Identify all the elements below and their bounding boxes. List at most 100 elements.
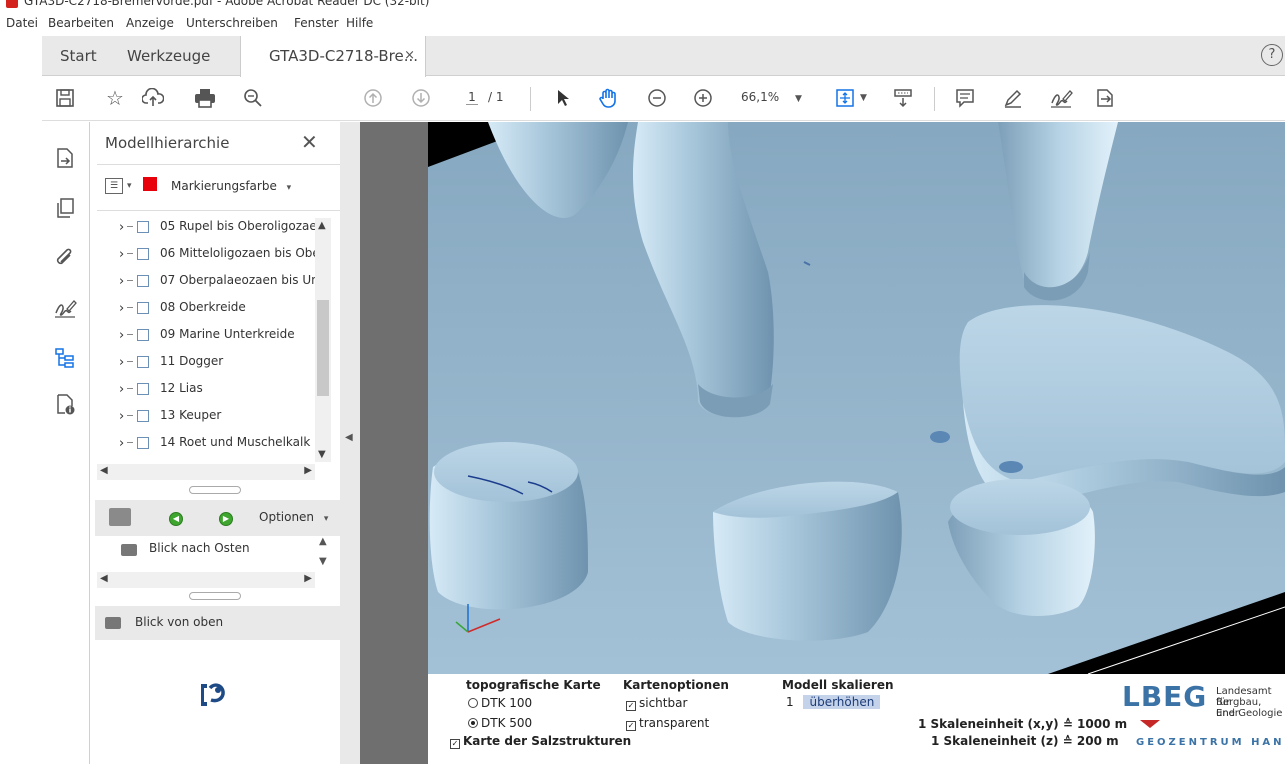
checkbox-checked[interactable]: ✓	[626, 701, 636, 711]
chevron-right-icon[interactable]: ›	[119, 382, 124, 397]
chevron-down-icon[interactable]: ▼	[860, 93, 867, 103]
tab-close-button[interactable]: ×	[404, 36, 415, 76]
visibility-checkbox[interactable]	[137, 437, 149, 449]
zoom-in-icon[interactable]	[688, 83, 718, 113]
scroll-right-arrow[interactable]: ▶	[304, 465, 312, 476]
selected-view-item[interactable]: Blick von oben	[95, 606, 352, 640]
options-dropdown[interactable]: Optionen ▾	[259, 510, 328, 524]
menu-unterschreiben[interactable]: Unterschreiben	[186, 16, 278, 30]
dtk500-option[interactable]: DTK 500	[468, 716, 532, 730]
send-share-icon[interactable]	[1090, 83, 1120, 113]
visibility-checkbox[interactable]	[137, 302, 149, 314]
tree-horizontal-scrollbar[interactable]: ◀ ▶	[97, 464, 315, 480]
radio-button[interactable]	[468, 698, 478, 708]
collapse-panel-arrow[interactable]: ◀	[345, 432, 353, 443]
zoom-level-dropdown[interactable]: 66,1% ▼	[741, 90, 802, 104]
signature-icon[interactable]	[51, 294, 79, 322]
visibility-checkbox[interactable]	[137, 275, 149, 287]
zoom-search-icon[interactable]	[238, 83, 268, 113]
previous-view-button[interactable]: ◀	[169, 512, 183, 526]
tree-item[interactable]: › 11 Dogger	[105, 349, 323, 375]
pages-icon[interactable]	[51, 194, 79, 222]
checkbox-checked[interactable]: ✓	[626, 721, 636, 731]
tree-item[interactable]: › 13 Keuper	[105, 403, 323, 429]
radio-button-selected[interactable]	[468, 718, 478, 728]
page-number-input[interactable]: 1	[466, 90, 478, 105]
attachment-icon[interactable]	[51, 244, 79, 272]
chevron-right-icon[interactable]: ›	[119, 409, 124, 424]
views-horizontal-scrollbar[interactable]: ◀ ▶	[97, 572, 315, 588]
menu-bearbeiten[interactable]: Bearbeiten	[48, 16, 114, 30]
resize-grip[interactable]	[189, 486, 241, 494]
visibility-checkbox[interactable]	[137, 248, 149, 260]
panel-splitter[interactable]	[340, 122, 360, 764]
hand-tool-icon[interactable]	[594, 83, 624, 113]
help-icon[interactable]: ?	[1261, 44, 1283, 66]
highlight-pen-icon[interactable]	[998, 83, 1028, 113]
visible-option[interactable]: ✓ sichtbar	[626, 696, 687, 711]
scroll-left-arrow[interactable]: ◀	[100, 465, 108, 476]
scroll-left-arrow[interactable]: ◀	[100, 573, 108, 584]
upload-cloud-icon[interactable]	[138, 83, 168, 113]
visibility-checkbox[interactable]	[137, 383, 149, 395]
scroll-right-arrow[interactable]: ▶	[304, 573, 312, 584]
tab-start[interactable]: Start	[60, 36, 97, 76]
3d-model-viewport[interactable]	[428, 122, 1285, 674]
tree-item[interactable]: › 14 Roet und Muschelkalk	[105, 430, 323, 456]
menu-fenster[interactable]: Fenster	[294, 16, 339, 30]
fit-page-icon[interactable]	[830, 83, 860, 113]
chevron-right-icon[interactable]: ›	[119, 301, 124, 316]
tree-item[interactable]: › 09 Marine Unterkreide	[105, 322, 323, 348]
transparent-option[interactable]: ✓ transparent	[626, 716, 709, 731]
print-icon[interactable]	[190, 83, 220, 113]
visibility-checkbox[interactable]	[137, 356, 149, 368]
visibility-checkbox[interactable]	[137, 329, 149, 341]
dtk100-option[interactable]: DTK 100	[468, 696, 532, 710]
scroll-down-arrow[interactable]: ▼	[319, 556, 327, 567]
star-icon[interactable]: ☆	[100, 83, 130, 113]
salt-structures-option[interactable]: ✓ Karte der Salzstrukturen	[450, 734, 631, 749]
export-pdf-icon[interactable]	[51, 144, 79, 172]
scale-value-input[interactable]: 1	[780, 695, 800, 709]
tree-item[interactable]: › 12 Lias	[105, 376, 323, 402]
chevron-down-icon[interactable]: ▾	[127, 181, 132, 191]
page-up-icon[interactable]	[358, 83, 388, 113]
resize-grip[interactable]	[189, 592, 241, 600]
document-properties-icon[interactable]	[51, 390, 79, 418]
marker-color-dropdown[interactable]: Markierungsfarbe ▾	[171, 179, 291, 193]
chevron-right-icon[interactable]: ›	[119, 274, 124, 289]
scroll-up-arrow[interactable]: ▲	[319, 536, 327, 547]
3d-model-render[interactable]	[428, 122, 1285, 674]
chevron-right-icon[interactable]: ›	[119, 355, 124, 370]
tab-tools[interactable]: Werkzeuge	[127, 36, 210, 76]
list-options-icon[interactable]: ☰	[105, 178, 123, 194]
chevron-right-icon[interactable]: ›	[119, 328, 124, 343]
tab-document[interactable]: GTA3D-C2718-Bre... ×	[240, 36, 426, 77]
scroll-mode-icon[interactable]	[888, 83, 918, 113]
comment-icon[interactable]	[950, 83, 980, 113]
scroll-up-arrow[interactable]: ▲	[318, 220, 326, 231]
camera-icon[interactable]	[109, 508, 131, 526]
tree-item[interactable]: › 07 Oberpalaeozaen bis Unter	[105, 268, 323, 294]
tree-item[interactable]: › 05 Rupel bis Oberoligozaen	[105, 214, 323, 240]
checkbox-checked[interactable]: ✓	[450, 739, 460, 749]
save-icon[interactable]	[50, 83, 80, 113]
tree-item[interactable]: › 08 Oberkreide	[105, 295, 323, 321]
next-view-button[interactable]: ▶	[219, 512, 233, 526]
tree-vertical-scrollbar[interactable]: ▲ ▼	[315, 218, 331, 462]
tree-item[interactable]: › 06 Mitteloligozaen bis Obere	[105, 241, 323, 267]
menu-hilfe[interactable]: Hilfe	[346, 16, 373, 30]
panel-close-button[interactable]: ✕	[301, 130, 318, 154]
marker-color-swatch[interactable]	[143, 177, 157, 191]
zoom-out-icon[interactable]	[642, 83, 672, 113]
exaggerate-button[interactable]: überhöhen	[803, 695, 881, 709]
page-down-icon[interactable]	[406, 83, 436, 113]
visibility-checkbox[interactable]	[137, 221, 149, 233]
chevron-right-icon[interactable]: ›	[119, 247, 124, 262]
menu-datei[interactable]: Datei	[6, 16, 38, 30]
scroll-down-arrow[interactable]: ▼	[318, 449, 326, 460]
scroll-thumb[interactable]	[317, 300, 329, 396]
select-cursor-icon[interactable]	[548, 83, 578, 113]
chevron-right-icon[interactable]: ›	[119, 436, 124, 451]
visibility-checkbox[interactable]	[137, 410, 149, 422]
